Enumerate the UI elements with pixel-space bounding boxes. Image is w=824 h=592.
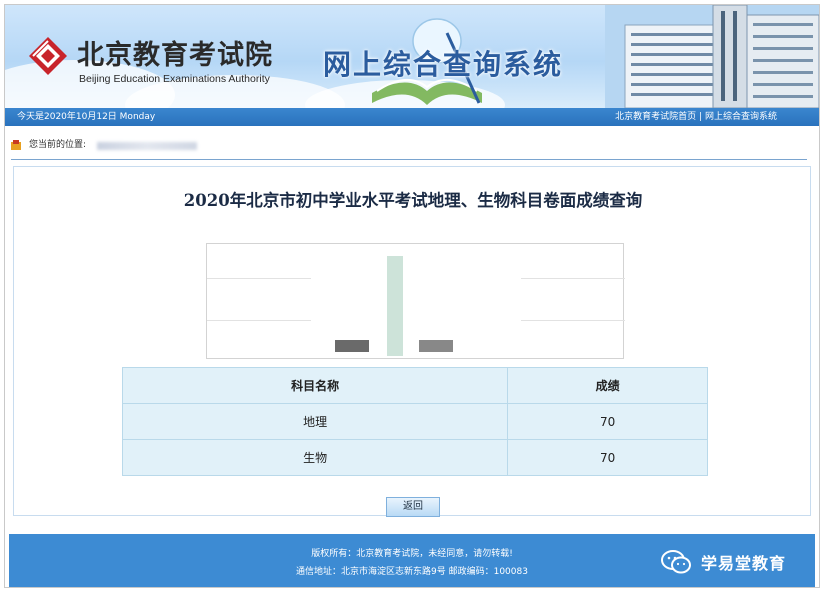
column-header-subject: 科目名称 [121,367,509,404]
back-button[interactable]: 返回 [386,497,440,517]
score-cell: 70 [507,439,708,476]
table-row: 地理 70 [121,403,708,440]
system-title: 网上综合查询系统 [323,48,564,81]
redacted-candidate-info [206,243,625,359]
subject-cell: 生物 [121,439,509,476]
redaction-shade [335,340,369,352]
wechat-icon [661,550,691,574]
building-illustration-icon [605,5,819,108]
top-links: 北京教育考试院首页 | 网上综合查询系统 [615,108,777,126]
column-header-score: 成绩 [507,367,708,404]
breadcrumb-redacted [97,142,197,150]
page-frame: 北京教育考试院 Beijing Education Examinations A… [4,4,820,588]
info-bar: 今天是2020年10月12日 Monday 北京教育考试院首页 | 网上综合查询… [5,108,819,126]
link-exam-authority-home[interactable]: 北京教育考试院首页 [615,112,696,122]
breadcrumb-label: 您当前的位置: [29,140,87,150]
divider [521,320,625,321]
page-title: 2020年北京市初中学业水平考试地理、生物科目卷面成绩查询 [183,191,643,210]
redaction-bar [387,256,403,356]
org-name-cn: 北京教育考试院 [77,40,273,71]
redaction-shade [419,340,453,352]
score-table: 科目名称 成绩 地理 70 生物 70 [121,367,708,476]
divider [521,278,625,279]
score-cell: 70 [507,403,708,440]
watermark-name: 学易堂教育 [701,554,787,573]
header-banner: 北京教育考试院 Beijing Education Examinations A… [5,5,819,108]
footer: 版权所有：北京教育考试院，未经同意，请勿转载! 通信地址：北京市海淀区志新东路9… [9,534,815,587]
divider [11,159,807,160]
org-name-en: Beijing Education Examinations Authority [79,73,270,85]
wechat-watermark: 学易堂教育 [661,548,819,576]
link-separator: | [699,112,703,122]
divider [207,278,311,279]
location-icon [11,140,21,150]
table-header-row: 科目名称 成绩 [121,367,708,404]
subject-cell: 地理 [121,403,509,440]
beijing-exam-authority-logo-icon [29,37,67,75]
link-query-system[interactable]: 网上综合查询系统 [705,112,777,122]
current-date: 今天是2020年10月12日 Monday [17,112,156,122]
main-panel: 2020年北京市初中学业水平考试地理、生物科目卷面成绩查询 科目名称 成绩 地理… [13,166,811,517]
table-row: 生物 70 [121,439,708,476]
divider [207,320,311,321]
